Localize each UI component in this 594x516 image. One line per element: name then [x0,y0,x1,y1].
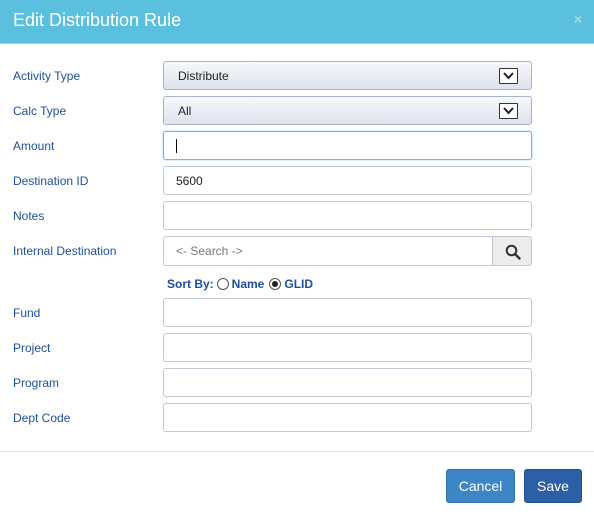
chevron-down-icon[interactable] [499,103,518,119]
dept-code-label: Dept Code [13,411,71,425]
notes-label: Notes [13,209,45,223]
sort-glid-label[interactable]: GLID [284,277,313,291]
search-button[interactable] [492,236,532,266]
sort-name-radio[interactable] [216,278,229,290]
cancel-button[interactable]: Cancel [446,469,515,503]
text-cursor [176,139,177,153]
calc-type-value: All [178,104,192,118]
project-input[interactable] [163,333,532,362]
calc-type-label: Calc Type [13,104,67,118]
sort-by-group: Sort By: Name GLID [167,276,313,292]
destination-id-label: Destination ID [13,174,89,188]
close-icon[interactable]: × [574,11,582,27]
activity-type-value: Distribute [178,69,229,83]
activity-type-label: Activity Type [13,69,81,83]
chevron-down-icon[interactable] [499,68,518,84]
dialog-title: Edit Distribution Rule [13,10,182,30]
internal-destination-search-input[interactable] [163,236,493,266]
dialog-header: Edit Distribution Rule × [0,0,594,44]
save-button[interactable]: Save [524,469,582,503]
program-input[interactable] [163,368,532,397]
fund-input[interactable] [163,298,532,327]
project-label: Project [13,341,51,355]
program-label: Program [13,376,60,390]
notes-input[interactable] [163,201,532,230]
search-icon [505,244,521,260]
amount-input[interactable] [163,131,532,160]
amount-label: Amount [13,139,55,153]
calc-type-select[interactable]: All [163,96,532,125]
activity-type-select[interactable]: Distribute [163,61,532,90]
edit-distribution-rule-dialog: Edit Distribution Rule × Activity Type D… [0,0,594,516]
fund-label: Fund [13,306,41,320]
sort-name-label[interactable]: Name [232,277,265,291]
footer-divider [0,451,594,452]
sort-glid-radio[interactable] [269,278,282,290]
internal-destination-label: Internal Destination [13,244,117,258]
sort-by-label: Sort By: [167,277,214,291]
destination-id-input[interactable] [163,166,532,195]
dept-code-input[interactable] [163,403,532,432]
